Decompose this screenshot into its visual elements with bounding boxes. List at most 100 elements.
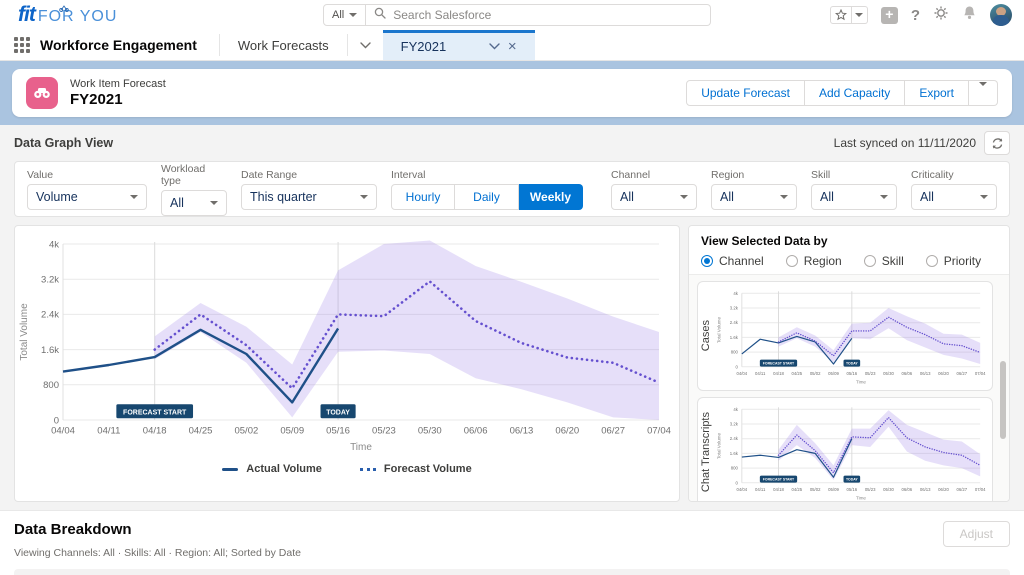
region-select[interactable]: All: [711, 183, 797, 210]
radio-dot: [785, 255, 798, 267]
page-title: FY2021: [70, 91, 123, 108]
y-axis-title: Total Volume: [716, 317, 721, 344]
x-tick-label: 04/11: [755, 487, 766, 492]
radio-dot: [701, 255, 713, 267]
search-field-container: [366, 4, 711, 26]
chart-annotation-label: TODAY: [846, 478, 858, 482]
x-tick-label: 05/02: [810, 487, 821, 492]
cases-chart-card: Cases 0 800 1.6k 2.4k 3.2k 4k 04/04 04/11 04/18 0…: [697, 281, 993, 391]
select-value: All: [620, 189, 634, 204]
setup-gear-icon[interactable]: [933, 5, 949, 26]
x-tick-label: 06/13: [920, 487, 931, 492]
filter-toolbar: Value Volume Workload type All Date Rang…: [14, 161, 1010, 217]
header-action-buttons: Update Forecast Add Capacity Export: [686, 80, 998, 106]
criticality-select[interactable]: All: [911, 183, 997, 210]
refresh-sync-icon[interactable]: [984, 131, 1010, 155]
y-tick-label: 3.2k: [41, 275, 59, 286]
x-tick-label: 04/18: [143, 426, 167, 437]
tab-dropdown-chevron-icon[interactable]: [348, 30, 383, 60]
y-tick-label: 2.4k: [730, 436, 739, 441]
interval-weekly-button[interactable]: Weekly: [519, 183, 583, 210]
tab-fy2021-active[interactable]: FY2021 ×: [382, 30, 535, 60]
app-name[interactable]: Workforce Engagement: [40, 37, 197, 53]
x-tick-label: 06/20: [938, 487, 949, 492]
dotted-line-swatch: [359, 467, 376, 471]
x-tick-label: 05/02: [234, 426, 258, 437]
close-tab-icon[interactable]: ×: [508, 39, 517, 54]
app-launcher-icon[interactable]: [14, 37, 30, 53]
y-tick-label: 1.6k: [41, 345, 59, 356]
x-tick-label: 05/16: [846, 487, 857, 492]
notifications-bell-icon[interactable]: [962, 5, 977, 26]
add-capacity-button[interactable]: Add Capacity: [804, 80, 906, 106]
y-tick-label: 4k: [49, 239, 59, 250]
more-actions-caret-button[interactable]: [969, 80, 998, 106]
add-icon[interactable]: +: [880, 6, 898, 24]
y-tick-label: 4k: [733, 291, 738, 296]
chart-annotation-label: FORECAST START: [763, 478, 795, 482]
x-tick-label: 05/09: [828, 487, 839, 492]
panel-scrollbar[interactable]: [1000, 361, 1006, 439]
x-tick-label: 07/04: [647, 426, 671, 437]
search-input[interactable]: [393, 8, 702, 22]
interval-hourly-button[interactable]: Hourly: [391, 183, 455, 210]
x-tick-label: 06/20: [938, 371, 949, 376]
y-tick-label: 0: [735, 480, 738, 485]
radio-channel[interactable]: Channel: [701, 254, 764, 268]
y-tick-label: 3.2k: [730, 421, 739, 426]
filter-channel: Channel All: [611, 169, 697, 210]
x-tick-label: 05/02: [810, 371, 821, 376]
filter-skill: Skill All: [811, 169, 897, 210]
y-tick-label: 1.6k: [730, 335, 739, 340]
chart-annotation-label: FORECAST START: [123, 409, 187, 416]
radio-skill[interactable]: Skill: [863, 254, 904, 268]
page-header-banner: Work Item Forecast FY2021 Update Forecas…: [0, 61, 1024, 125]
select-value: All: [820, 189, 834, 204]
chat-transcripts-label: Chat Transcripts: [700, 411, 712, 493]
global-search: All: [323, 4, 711, 26]
chart-annotation-label: TODAY: [846, 362, 858, 366]
x-tick-label: 06/06: [464, 426, 488, 437]
value-select[interactable]: Volume: [27, 183, 147, 210]
filter-region: Region All: [711, 169, 797, 210]
filter-label: Date Range: [241, 168, 298, 181]
chart-legend: Actual Volume Forecast Volume: [17, 463, 677, 475]
adjust-button[interactable]: Adjust: [942, 521, 1010, 547]
channel-select[interactable]: All: [611, 183, 697, 210]
legend-forecast-volume: Forecast Volume: [359, 463, 472, 475]
x-tick-label: 05/23: [865, 487, 876, 492]
breakdown-table-strip: [14, 569, 1010, 575]
export-button[interactable]: Export: [905, 80, 969, 106]
date-range-select[interactable]: This quarter: [241, 183, 377, 210]
interval-daily-button[interactable]: Daily: [455, 183, 519, 210]
legend-label: Forecast Volume: [383, 463, 472, 475]
brand-logo[interactable]: fit FOR YOU: [18, 3, 117, 27]
workspace-tab-bar: Workforce Engagement Work Forecasts FY20…: [0, 30, 1024, 61]
search-scope-select[interactable]: All: [323, 4, 367, 26]
tab-actions-chevron-icon[interactable]: [489, 43, 500, 50]
y-tick-label: 0: [735, 364, 738, 369]
update-forecast-button[interactable]: Update Forecast: [686, 80, 805, 106]
x-tick-label: 04/04: [736, 371, 747, 376]
x-axis-title: Time: [350, 442, 372, 452]
x-tick-label: 04/25: [189, 426, 213, 437]
caret-down-icon: [979, 82, 987, 100]
x-tick-label: 04/04: [736, 487, 747, 492]
caret-down-icon: [855, 13, 864, 17]
filter-label: Value: [27, 168, 54, 181]
favorites-caret-icon[interactable]: [851, 6, 868, 24]
workload-type-select[interactable]: All: [161, 189, 227, 216]
y-tick-label: 3.2k: [730, 305, 739, 310]
user-avatar[interactable]: [990, 4, 1012, 26]
filter-label: Channel: [611, 168, 651, 181]
chart-annotation-label: TODAY: [326, 409, 350, 416]
help-icon[interactable]: ?: [911, 7, 920, 24]
radio-region[interactable]: Region: [785, 254, 842, 268]
x-tick-label: 04/11: [755, 371, 766, 376]
tab-work-forecasts[interactable]: Work Forecasts: [220, 30, 347, 60]
favorites-star-icon[interactable]: [829, 6, 852, 24]
logo-text-rest: FOR YOU: [37, 8, 118, 25]
view-selected-data-panel: View Selected Data by Channel Region Ski…: [688, 225, 1010, 502]
radio-priority[interactable]: Priority: [925, 254, 981, 268]
skill-select[interactable]: All: [811, 183, 897, 210]
